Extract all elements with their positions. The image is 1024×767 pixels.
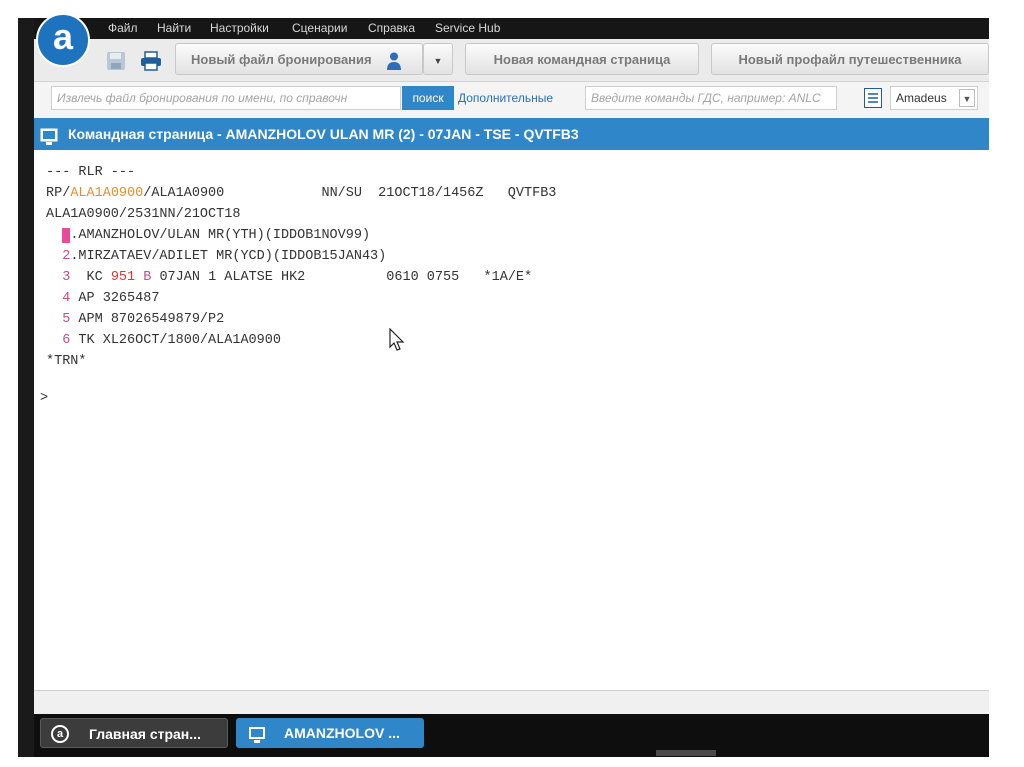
- pnr-line-phone: 4 AP 3265487: [46, 288, 159, 309]
- booking-dropdown-button[interactable]: ▼: [423, 43, 453, 75]
- advanced-search-link[interactable]: Дополнительные: [458, 91, 553, 105]
- new-traveler-profile-label: Новый профайл путешественника: [738, 52, 962, 67]
- page-title: Командная страница - AMANZHOLOV ULAN MR …: [68, 126, 579, 142]
- logo-letter: a: [52, 16, 74, 57]
- menu-help[interactable]: Справка: [368, 21, 415, 35]
- gds-system-select[interactable]: Amadeus ▼: [890, 86, 978, 110]
- office-id: ALA1A0900: [70, 186, 144, 201]
- pnr-text: RP/: [46, 186, 71, 201]
- mouse-cursor-icon: [389, 327, 405, 357]
- menu-file[interactable]: Файл: [108, 21, 138, 35]
- pnr-text: TK XL26OCT/1800/ALA1A0900: [70, 333, 281, 348]
- chevron-down-icon: ▼: [959, 89, 975, 107]
- search-button[interactable]: поиск: [402, 86, 454, 110]
- taskbar-session-tab[interactable]: AMANZHOLOV ...: [236, 718, 424, 748]
- pnr-line-passenger-1: 1.AMANZHOLOV/ULAN MR(YTH)(IDDOB1NOV99): [46, 225, 370, 246]
- pnr-text: /ALA1A0900 NN/SU 21OCT18/1456Z QVTFB3: [143, 186, 557, 201]
- new-booking-file-button[interactable]: Новый файл бронирования: [175, 43, 423, 75]
- pnr-line-passenger-2: 2.MIRZATAEV/ADILET MR(YCD)(IDDOB15JAN43): [46, 246, 386, 267]
- menu-scenarios[interactable]: Сценарии: [292, 21, 347, 35]
- booking-search-input[interactable]: Извлечь файл бронирования по имени, по с…: [51, 86, 401, 110]
- pnr-text: 07JAN 1 ALATSE HK2 0610 0755 *1A/E*: [151, 270, 533, 285]
- pnr-text: AP 3265487: [70, 291, 160, 306]
- new-traveler-profile-button[interactable]: Новый профайл путешественника: [711, 43, 989, 75]
- new-command-page-label: Новая командная страница: [493, 52, 671, 67]
- menu-find[interactable]: Найти: [157, 21, 191, 35]
- traveler-icon: [386, 50, 402, 82]
- taskbar-home-label: Главная стран...: [89, 726, 201, 742]
- pnr-text: ALA1A0900/2531NN/21OCT18: [46, 207, 241, 222]
- flight-number: 951: [110, 270, 136, 285]
- pnr-line-ticketing: 6 TK XL26OCT/1800/ALA1A0900: [46, 330, 281, 351]
- pnr-line-agent: ALA1A0900/2531NN/21OCT18: [46, 204, 240, 225]
- command-page-titlebar: Командная страница - AMANZHOLOV ULAN MR …: [34, 118, 989, 150]
- pnr-text: *TRN*: [46, 354, 87, 369]
- pnr-line-rp: RP/ALA1A0900/ALA1A0900 NN/SU 21OCT18/145…: [46, 183, 556, 204]
- new-booking-file-label: Новый файл бронирования: [191, 52, 372, 67]
- menu-bar: Файл Найти Настройки Сценарии Справка Se…: [34, 18, 989, 39]
- toolbar: Новый файл бронирования ▼ Новая командна…: [34, 39, 989, 82]
- new-command-page-button[interactable]: Новая командная страница: [465, 43, 699, 75]
- terminal-output[interactable]: --- RLR --- RP/ALA1A0900/ALA1A0900 NN/SU…: [34, 150, 989, 690]
- amadeus-icon: a: [51, 725, 69, 743]
- menu-settings[interactable]: Настройки: [210, 21, 269, 35]
- pnr-text: KC: [70, 270, 111, 285]
- taskbar-session-label: AMANZHOLOV ...: [284, 725, 400, 741]
- menu-service-hub[interactable]: Service Hub: [435, 21, 500, 35]
- pnr-line-segment: 3 KC 951 B 07JAN 1 ALATSE HK2 0610 0755 …: [46, 267, 532, 288]
- print-icon[interactable]: [140, 51, 161, 71]
- command-input[interactable]: Введите команды ГДС, например: ANLC: [585, 86, 837, 110]
- pnr-text: .MIRZATAEV/ADILET MR(YCD)(IDDOB15JAN43): [70, 249, 387, 264]
- amadeus-logo: a: [36, 13, 90, 67]
- pnr-line-header: --- RLR ---: [46, 162, 135, 183]
- pnr-line-mobile: 5 APM 87026549879/P2: [46, 309, 224, 330]
- prompt-symbol[interactable]: >: [40, 391, 48, 406]
- chevron-down-icon: ▼: [433, 56, 443, 66]
- pnr-line-trn: *TRN*: [46, 351, 87, 372]
- pnr-text: --- RLR ---: [46, 165, 136, 180]
- scroll-indicator: [656, 750, 716, 756]
- command-prompt: >: [40, 388, 48, 409]
- app-window: Новый файл бронирования ▼ Новая командна…: [34, 39, 989, 690]
- taskbar: a Главная стран... AMANZHOLOV ...: [34, 714, 989, 757]
- pnr-text: .AMANZHOLOV/ULAN MR(YTH)(IDDOB1NOV99): [70, 228, 371, 243]
- notepad-icon[interactable]: [864, 88, 882, 108]
- taskbar-home-tab[interactable]: a Главная стран...: [40, 718, 228, 748]
- command-entry-bar[interactable]: [34, 690, 989, 715]
- search-row: Извлечь файл бронирования по имени, по с…: [34, 82, 989, 118]
- pnr-text: APM 87026549879/P2: [70, 312, 225, 327]
- gds-system-value: Amadeus: [896, 91, 947, 105]
- save-icon[interactable]: [106, 51, 126, 71]
- terminal-icon: [248, 724, 266, 754]
